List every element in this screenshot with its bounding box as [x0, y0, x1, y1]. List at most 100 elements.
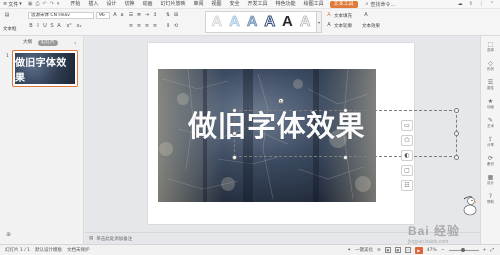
tab-developer[interactable]: 开发工具: [244, 0, 272, 9]
zoom-out-icon[interactable]: −: [441, 248, 445, 253]
zoom-slider-handle[interactable]: [460, 247, 465, 252]
fill-icon[interactable]: ◐: [401, 150, 413, 161]
font-grow-icon[interactable]: A: [112, 12, 118, 18]
tab-slideshow[interactable]: 幻灯片放映: [156, 0, 189, 9]
text-box-icon[interactable]: ▤: [4, 12, 10, 18]
text-fill-button[interactable]: 文本填充: [334, 13, 352, 19]
resize-handle-bottom[interactable]: [343, 155, 348, 160]
sidebar-item-shape[interactable]: ◇ 形状: [487, 61, 494, 72]
subscript-icon[interactable]: x₂: [76, 23, 82, 29]
more-options-icon[interactable]: ⋮: [479, 1, 484, 7]
zoom-slider[interactable]: [448, 247, 479, 252]
word-art-style-4[interactable]: A: [264, 13, 276, 30]
word-art-style-1[interactable]: A: [211, 13, 222, 30]
slide[interactable]: 做旧字体效果 ↻: [148, 43, 459, 224]
line-spacing-icon[interactable]: ↕: [152, 12, 158, 18]
tab-view[interactable]: 视图: [208, 0, 226, 9]
text-outline-button[interactable]: 文本轮廓: [334, 23, 352, 29]
redo-icon[interactable]: ↷: [50, 1, 54, 7]
tab-text-tools[interactable]: 文本工具: [329, 0, 358, 8]
text-effect-button[interactable]: 文本效果: [362, 23, 380, 29]
effects-icon[interactable]: ☷: [401, 180, 413, 191]
tab-home[interactable]: 开始: [66, 0, 84, 9]
tab-security[interactable]: 安全: [226, 0, 244, 9]
reading-view-button[interactable]: ▭: [404, 247, 411, 253]
sidebar-item-share[interactable]: ⇪ 分享: [487, 137, 494, 148]
zoom-in-icon[interactable]: +: [483, 248, 487, 253]
tab-animation[interactable]: 动画: [138, 0, 156, 9]
tab-review[interactable]: 审阅: [190, 0, 208, 9]
share-icon[interactable]: ⇪: [469, 1, 473, 7]
beautify-button[interactable]: 一键美化: [355, 247, 373, 253]
align-center-icon[interactable]: ≡: [136, 23, 142, 29]
slide-thumbnail[interactable]: 做旧字体效果: [12, 50, 78, 87]
bold-icon[interactable]: B: [28, 23, 34, 29]
undo-icon[interactable]: ↶: [42, 1, 46, 7]
save-icon[interactable]: ▣: [28, 1, 33, 7]
shape-style-icon[interactable]: ⬠: [401, 135, 413, 146]
tab-features[interactable]: 特色功能: [272, 0, 300, 9]
play-slideshow-button[interactable]: ▶: [414, 246, 423, 254]
text-fill-icon[interactable]: A: [326, 12, 332, 18]
text-direction-icon[interactable]: ⇅: [165, 12, 171, 18]
slide-sorter-button[interactable]: ▦: [394, 247, 401, 253]
tab-slides[interactable]: 幻灯片: [38, 40, 58, 46]
normal-view-button[interactable]: ▣: [384, 247, 391, 253]
command-search[interactable]: ⌕ 查找命令...: [366, 1, 396, 8]
sidebar-item-art[interactable]: ✎ 艺术: [487, 118, 494, 129]
outline-icon[interactable]: ▢: [401, 165, 413, 176]
strikethrough-icon[interactable]: S: [49, 23, 55, 29]
cloud-icon[interactable]: ☁: [458, 1, 463, 7]
font-shrink-icon[interactable]: a: [119, 12, 125, 18]
rotate-handle-icon[interactable]: ↻: [278, 98, 284, 104]
font-name-select[interactable]: 思源宋体 CN Heav: [28, 12, 94, 19]
text-outline-icon[interactable]: A: [326, 22, 332, 28]
numbered-list-icon[interactable]: ≣: [136, 12, 142, 18]
align-left-icon[interactable]: ≡: [128, 23, 134, 29]
font-size-select[interactable]: 96: [96, 12, 110, 19]
text-box-label[interactable]: 文本框: [3, 26, 17, 32]
sidebar-item-animation[interactable]: ★ 动画: [487, 99, 494, 110]
fit-window-icon[interactable]: ⤢: [490, 247, 494, 253]
resize-handle-top-right[interactable]: [454, 108, 459, 113]
layout-options-icon[interactable]: ▭: [401, 120, 413, 131]
word-art-style-2[interactable]: A: [229, 13, 240, 30]
columns-icon[interactable]: ⫴: [165, 23, 171, 29]
word-art-style-3[interactable]: A: [246, 13, 257, 30]
tab-transition[interactable]: 切换: [120, 0, 138, 9]
align-right-icon[interactable]: ≡: [144, 23, 150, 29]
collapse-panel-icon[interactable]: ‹: [74, 40, 76, 47]
sidebar-item-properties[interactable]: ☰ 属性: [487, 80, 494, 91]
sidebar-item-help[interactable]: ? 帮助: [487, 194, 494, 205]
convert-icon[interactable]: ⟲: [173, 23, 179, 29]
gallery-more-button[interactable]: ▾: [317, 11, 322, 33]
align-text-icon[interactable]: ⊞: [173, 12, 179, 18]
italic-icon[interactable]: I: [35, 23, 41, 29]
more-icon[interactable]: ▾: [57, 1, 60, 7]
bullet-list-icon[interactable]: ☰: [128, 12, 134, 18]
superscript-icon[interactable]: x²: [66, 23, 72, 29]
sidebar-item-design[interactable]: ▦ 设计: [487, 175, 494, 186]
slide-title[interactable]: 做旧字体效果: [188, 109, 365, 143]
text-effect-icon[interactable]: A: [363, 12, 369, 18]
add-slide-icon[interactable]: ⊕: [6, 231, 11, 238]
indent-icon[interactable]: ⇥: [144, 12, 150, 18]
word-art-style-6[interactable]: A: [299, 13, 310, 30]
font-color-icon[interactable]: A: [56, 23, 62, 29]
justify-icon[interactable]: ≡: [152, 23, 158, 29]
resize-handle-top[interactable]: [343, 108, 348, 113]
tab-design[interactable]: 设计: [102, 0, 120, 9]
resize-handle-top-left[interactable]: [232, 108, 237, 113]
tab-insert[interactable]: 插入: [84, 0, 102, 9]
word-art-style-5[interactable]: A: [282, 14, 293, 30]
underline-icon[interactable]: U: [42, 23, 48, 29]
doc-protection-status[interactable]: 文档未保护: [67, 247, 90, 253]
tab-outline[interactable]: 大纲: [20, 40, 35, 46]
notes-toggle-icon[interactable]: ≡: [377, 248, 381, 253]
resize-handle-left[interactable]: [232, 131, 237, 136]
print-icon[interactable]: ⎙: [35, 1, 39, 7]
file-menu[interactable]: ≡ 文件 ▾: [0, 0, 25, 9]
tab-drawing-tools[interactable]: 绘图工具: [300, 0, 328, 9]
collapse-icon[interactable]: ⌃: [490, 1, 494, 7]
sidebar-item-select[interactable]: ⬚ 选择: [487, 42, 494, 53]
